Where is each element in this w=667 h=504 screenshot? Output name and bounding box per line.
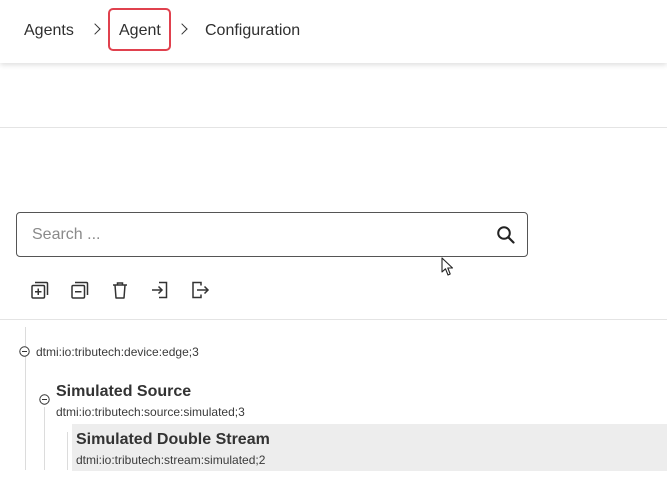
section-divider (0, 127, 667, 128)
toolbar-divider (0, 319, 667, 320)
tree-node-title: Simulated Double Stream (76, 431, 270, 448)
breadcrumb-item-agent[interactable]: Agent (119, 21, 161, 41)
breadcrumb-chevron-icon (176, 23, 188, 35)
tree-node-id: dtmi:io:tributech:stream:simulated;2 (76, 453, 266, 467)
tree-guide-line (44, 407, 45, 470)
tree-node-title: Simulated Source (56, 383, 192, 400)
mouse-cursor-icon (441, 257, 454, 276)
export-icon[interactable] (190, 280, 210, 300)
import-icon[interactable] (150, 280, 170, 300)
collapse-all-icon[interactable] (70, 280, 90, 300)
breadcrumb-item-configuration[interactable]: Configuration (205, 21, 300, 41)
breadcrumb-chevron-icon (89, 23, 101, 35)
search-input[interactable] (32, 222, 472, 248)
search-icon[interactable] (496, 225, 516, 245)
collapse-toggle-icon[interactable] (19, 346, 30, 357)
tree-node-simulated-double-stream[interactable]: Simulated Double Stream dtmi:io:tributec… (72, 424, 667, 471)
tree-node-id: dtmi:io:tributech:source:simulated;3 (56, 405, 245, 419)
search-box (16, 212, 528, 257)
collapse-toggle-icon[interactable] (39, 394, 50, 405)
delete-icon[interactable] (110, 280, 130, 300)
top-bar: Agents Agent Configuration (0, 0, 667, 63)
tree-guide-line (67, 432, 68, 470)
page: Agents Agent Configuration Search ... dt… (0, 0, 667, 504)
expand-all-icon[interactable] (30, 280, 50, 300)
breadcrumb-item-agents[interactable]: Agents (24, 21, 74, 41)
tree-node-id: dtmi:io:tributech:device:edge;3 (36, 345, 199, 359)
